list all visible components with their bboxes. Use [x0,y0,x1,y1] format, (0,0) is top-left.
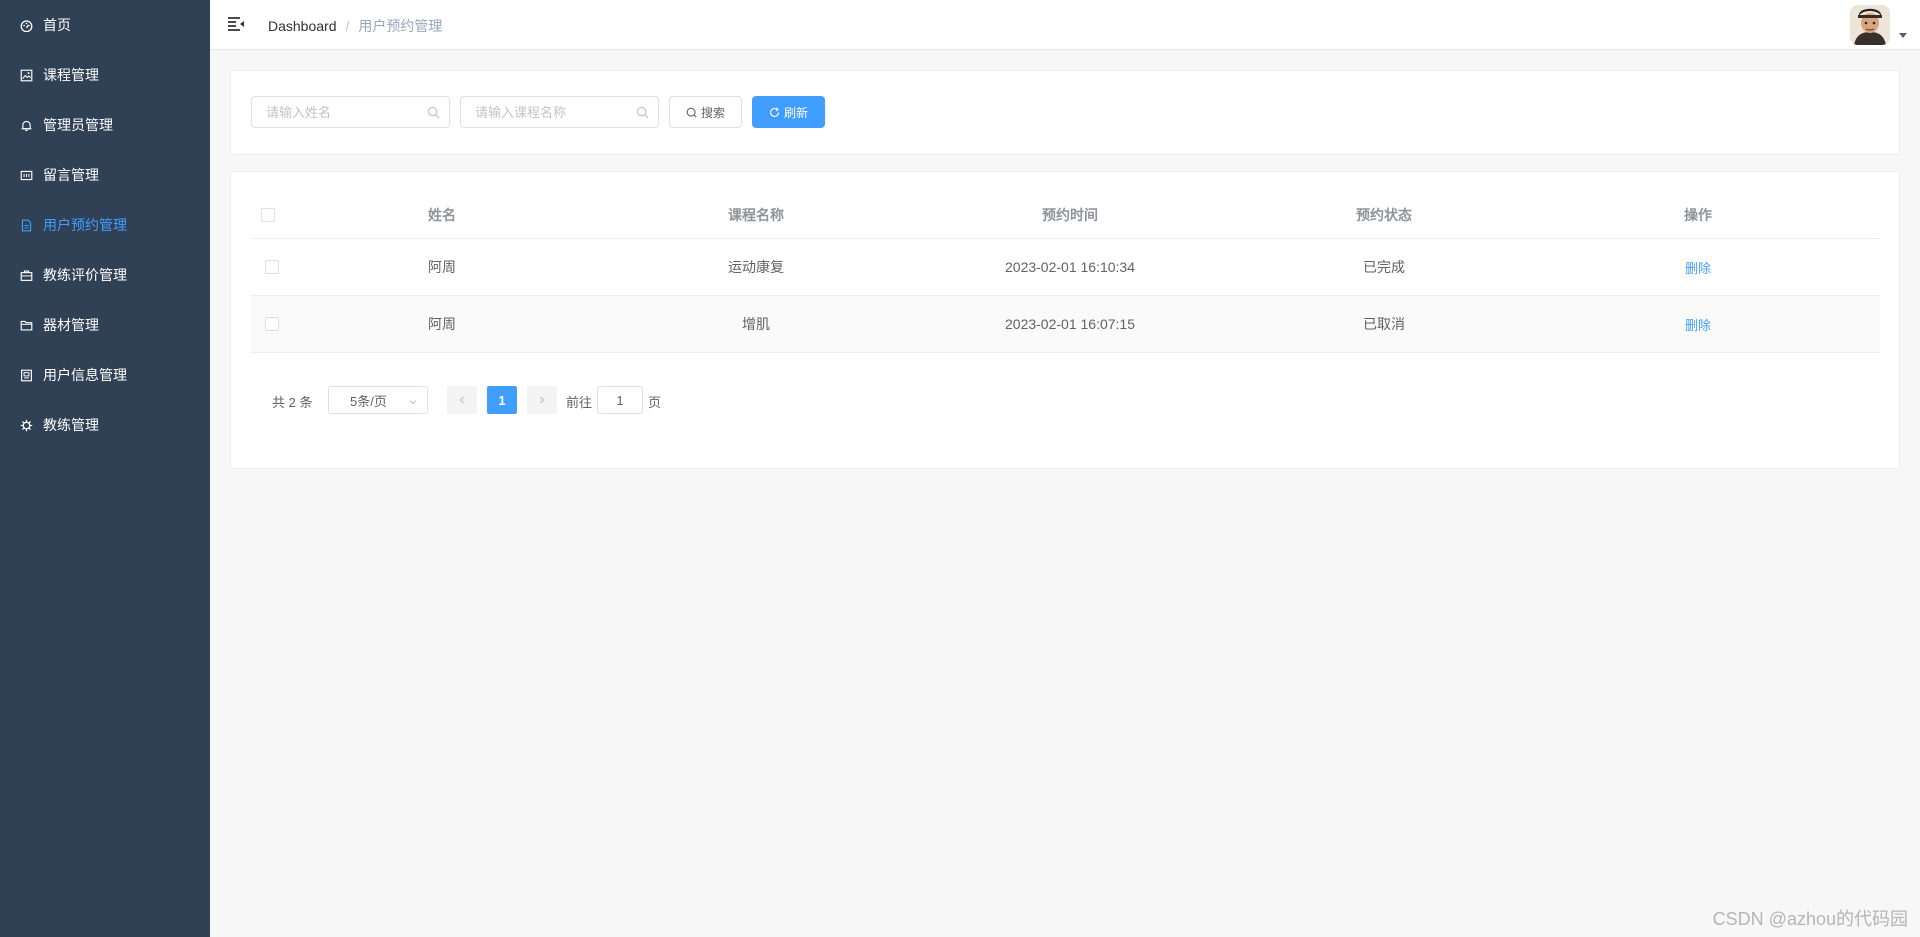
sidebar-item-admins[interactable]: 管理员管理 [0,100,210,150]
course-search-input[interactable] [461,97,658,127]
next-page-button[interactable] [527,386,557,414]
sidebar-item-label: 用户预约管理 [43,217,127,233]
cell-course: 运动康复 [728,259,784,275]
column-header-actions: 操作 [1684,207,1712,223]
column-header-course: 课程名称 [728,207,784,223]
cell-name: 阿周 [428,259,456,275]
sidebar-item-label: 教练管理 [43,417,99,433]
column-header-time: 预约时间 [1042,207,1098,223]
breadcrumb-current: 用户预约管理 [358,18,443,34]
notebook-icon [19,368,33,382]
sidebar-item-coach-reviews[interactable]: 教练评价管理 [0,250,210,300]
cell-status: 已取消 [1363,316,1405,332]
sidebar-item-courses[interactable]: 课程管理 [0,50,210,100]
row-checkbox[interactable] [265,260,279,274]
refresh-button-label: 刷新 [783,105,808,120]
search-button[interactable]: 搜索 [669,96,742,128]
page-number-button[interactable]: 1 [487,386,517,414]
refresh-icon [770,106,779,117]
sidebar-item-user-info[interactable]: 用户信息管理 [0,350,210,400]
page-unit-label: 页 [648,395,662,410]
delete-button[interactable]: 删除 [1685,315,1711,334]
pagination: 共 2 条 5条/页 1 前往 页 [251,386,951,414]
sidebar-item-label: 课程管理 [43,67,99,83]
name-search-input[interactable] [252,97,449,127]
top-navbar: Dashboard / 用户预约管理 [210,0,1920,50]
select-all-checkbox[interactable] [261,208,275,222]
sidebar-item-label: 管理员管理 [43,117,113,133]
sidebar-item-label: 首页 [43,17,71,33]
watermark: CSDN @azhou的代码园 [1712,909,1908,929]
search-panel: 搜索 刷新 [230,70,1900,155]
sidebar-item-label: 教练评价管理 [43,267,127,283]
cell-course: 增肌 [742,316,770,332]
refresh-button[interactable]: 刷新 [752,96,825,128]
pagination-total: 共 2 条 [272,395,313,410]
column-header-name: 姓名 [428,207,456,223]
cell-status: 已完成 [1363,259,1405,275]
message-box-icon [19,168,33,182]
reservations-table: 姓名 课程名称 预约时间 预约状态 操作 阿周 运动康复 2023-02-01 … [251,192,1880,353]
table-panel: 姓名 课程名称 预约时间 预约状态 操作 阿周 运动康复 2023-02-01 … [230,171,1900,469]
sidebar-item-messages[interactable]: 留言管理 [0,150,210,200]
course-search-field[interactable] [460,96,659,128]
briefcase-icon [19,268,33,282]
page-size-select[interactable]: 5条/页 [328,386,428,414]
page-size-value: 5条/页 [350,393,387,409]
dashboard-icon [19,18,33,32]
table-row: 阿周 增肌 2023-02-01 16:07:15 已取消 删除 [251,296,1880,353]
row-checkbox[interactable] [265,317,279,331]
search-icon [427,106,440,119]
cell-name: 阿周 [428,316,456,332]
sidebar-item-user-reservations[interactable]: 用户预约管理 [0,200,210,250]
breadcrumb-separator: / [345,18,350,34]
folder-icon [19,318,33,332]
breadcrumb: Dashboard / 用户预约管理 [268,16,442,36]
document-icon [19,218,33,232]
breadcrumb-dashboard-link[interactable]: Dashboard [268,18,337,34]
name-search-field[interactable] [251,96,450,128]
delete-button[interactable]: 删除 [1685,258,1711,277]
sidebar-item-label: 用户信息管理 [43,367,127,383]
goto-page-input[interactable] [598,387,642,413]
table-header-row: 姓名 课程名称 预约时间 预约状态 操作 [251,192,1880,239]
sidebar-item-label: 器材管理 [43,317,99,333]
sidebar-item-coaches[interactable]: 教练管理 [0,400,210,450]
sidebar-item-home[interactable]: 首页 [0,0,210,50]
chevron-down-icon [408,395,418,405]
sidebar-item-equipment[interactable]: 器材管理 [0,300,210,350]
setting-icon [19,418,33,432]
cell-time: 2023-02-01 16:07:15 [1005,316,1135,332]
chevron-right-icon [540,396,545,404]
search-icon [686,107,697,118]
search-button-label: 搜索 [700,105,725,120]
picture-icon [19,68,33,82]
cell-time: 2023-02-01 16:10:34 [1005,259,1135,275]
search-icon [636,106,649,119]
goto-page-field[interactable] [597,386,643,414]
sidebar: 首页 课程管理 管理员管理 留言管理 用户预约管理 教练评价管理 器材管理 用户… [0,0,210,937]
chevron-left-icon [459,396,464,404]
goto-label: 前往 [566,395,593,410]
table-row: 阿周 运动康复 2023-02-01 16:10:34 已完成 删除 [251,239,1880,296]
hamburger-menu-icon[interactable] [227,16,245,32]
prev-page-button[interactable] [447,386,477,414]
caret-down-icon[interactable] [1899,33,1907,38]
column-header-status: 预约状态 [1356,207,1412,223]
avatar[interactable] [1850,5,1890,45]
bell-icon [19,118,33,132]
sidebar-item-label: 留言管理 [43,167,99,183]
